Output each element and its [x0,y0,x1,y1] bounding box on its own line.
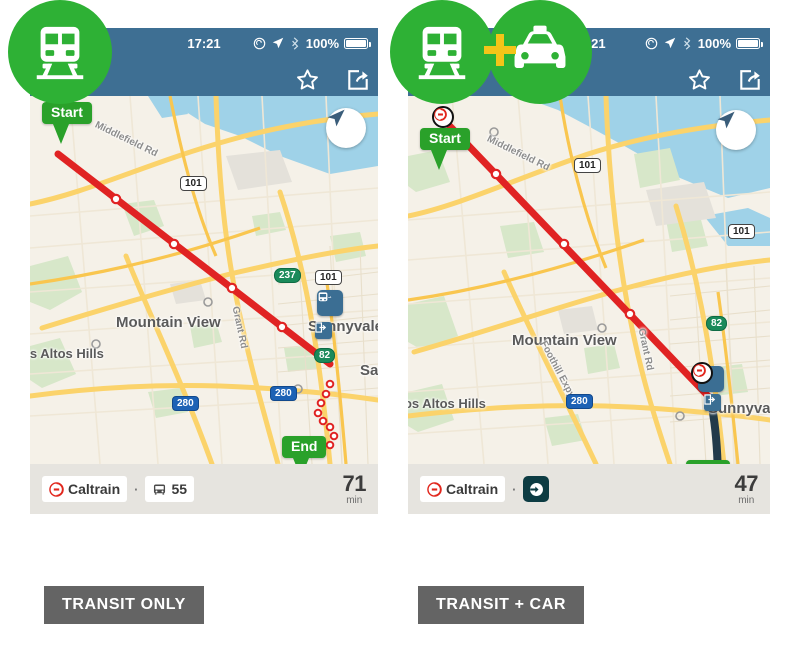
end-pin-label: End [686,460,731,464]
map-label-los-altos-hills: Los Altos Hills [30,346,104,361]
mode-chip-group-right: Caltrain · [420,476,550,502]
badge-circle-train [390,0,494,104]
chip-bus-left[interactable]: 55 [145,476,195,502]
chip-caltrain-left[interactable]: Caltrain [42,476,128,502]
end-pin-tail [293,458,309,464]
rotation-lock-icon [645,37,658,50]
caltrain-logo-icon [434,108,452,126]
train-icon [36,26,84,80]
exit-stop-marker-left[interactable] [315,322,332,339]
map-label-los-altos-hills: Los Altos Hills [408,396,486,411]
highway-shield-101-a: 101 [180,176,207,191]
start-pin-label: Start [420,128,470,151]
route-summary-left: Caltrain · 55 71 min [30,464,378,514]
chip-caltrain-right[interactable]: Caltrain [420,476,506,502]
highway-shield-82: 82 [314,348,336,363]
locate-me-icon [327,109,345,127]
panel-transit-only: 17:21 100% Mountain View s Altos Hills S… [8,0,378,624]
share-icon[interactable] [738,68,762,92]
status-clock: 17:21 [187,35,221,51]
exit-icon [704,394,715,405]
highway-shield-280: 280 [566,394,593,409]
bus-icon [154,484,166,495]
battery-icon [344,37,371,49]
chip-bus-label: 55 [171,481,188,497]
end-pin-right[interactable]: End [686,460,731,464]
start-pin-right[interactable]: Start [420,128,470,171]
caltrain-logo-icon [49,481,64,497]
location-arrow-icon [272,37,284,49]
duration-left: 71 min [342,470,367,506]
highway-shield-101-a: 101 [574,158,601,173]
highway-shield-280-a: 280 [172,396,199,411]
duration-unit: min [346,494,363,506]
chip-caltrain-label: Caltrain [68,481,121,497]
chip-caltrain-label: Caltrain [446,481,499,497]
highway-shield-280-b: 280 [270,386,297,401]
caltrain-logo-icon [427,481,442,497]
highway-shield-101-b: 101 [728,224,755,239]
map-left[interactable]: Mountain View Los Altos Hills Sunnyvale … [30,96,378,464]
caption-transit-plus-car: TRANSIT + CAR [418,586,585,624]
chip-separator-left: · [134,481,139,497]
caltrain-logo-icon [693,364,711,382]
bluetooth-icon [290,36,300,50]
mode-badge-transit-only [8,0,112,104]
battery-icon [736,37,763,49]
end-pin-label: End [282,436,327,459]
rotation-lock-icon [253,37,266,50]
share-icon[interactable] [346,68,370,92]
highway-shield-237: 237 [274,268,301,283]
start-pin-tail [53,124,69,145]
highway-shield-101-b: 101 [315,270,342,285]
favorite-star-icon[interactable] [295,68,320,92]
favorite-star-icon[interactable] [687,68,712,92]
transfer-stop-marker-left[interactable] [317,290,343,316]
map-label-mountain-view: Mountain View [512,332,617,349]
chip-separator-right: · [512,481,517,497]
duration-value: 47 [734,470,759,496]
map-right[interactable]: East Palo Alto Mountain View Los Altos H… [408,96,770,464]
plus-icon [480,30,520,75]
comparison-figure: 17:21 100% Mountain View s Altos Hills S… [0,0,800,654]
locate-me-button-left[interactable] [326,108,366,148]
route-summary-right: Caltrain · 47 min [408,464,770,514]
bus-transfer-icon [318,292,332,302]
map-label-mountain-view: Mountain View [116,314,221,331]
duration-value: 71 [342,470,367,496]
duration-unit: min [738,494,755,506]
start-pin-label: Start [42,102,92,125]
caption-transit-only: TRANSIT ONLY [44,586,204,624]
train-icon [418,26,466,80]
battery-percent: 100% [305,35,339,51]
panel-transit-plus-car: 17:21 100% [390,0,770,624]
bluetooth-icon [682,36,692,50]
battery-percent: 100% [697,35,731,51]
location-arrow-icon [664,37,676,49]
start-pin-tail [431,150,447,171]
highway-shield-82: 82 [706,316,728,331]
end-pin-left[interactable]: End [282,436,327,464]
mode-badge-transit-plus-car [390,0,592,104]
navbar-actions-right [687,68,762,92]
exit-icon [315,322,326,333]
start-pin-left[interactable]: Start [42,102,92,145]
exit-stop-marker-right[interactable] [704,394,721,411]
navbar-actions-left [295,68,370,92]
mode-chip-group-left: Caltrain · 55 [42,476,195,502]
caltrain-start-badge-right[interactable] [432,106,454,128]
badge-circle-train [8,0,112,104]
caltrain-transfer-badge-right[interactable] [691,362,713,384]
locate-me-button-right[interactable] [716,110,756,150]
rideshare-icon [530,482,543,496]
locate-me-icon [717,111,735,129]
map-label-santa-clara: Santa Clara [360,362,378,379]
chip-rideshare-right[interactable] [523,476,550,502]
duration-right: 47 min [734,470,759,506]
